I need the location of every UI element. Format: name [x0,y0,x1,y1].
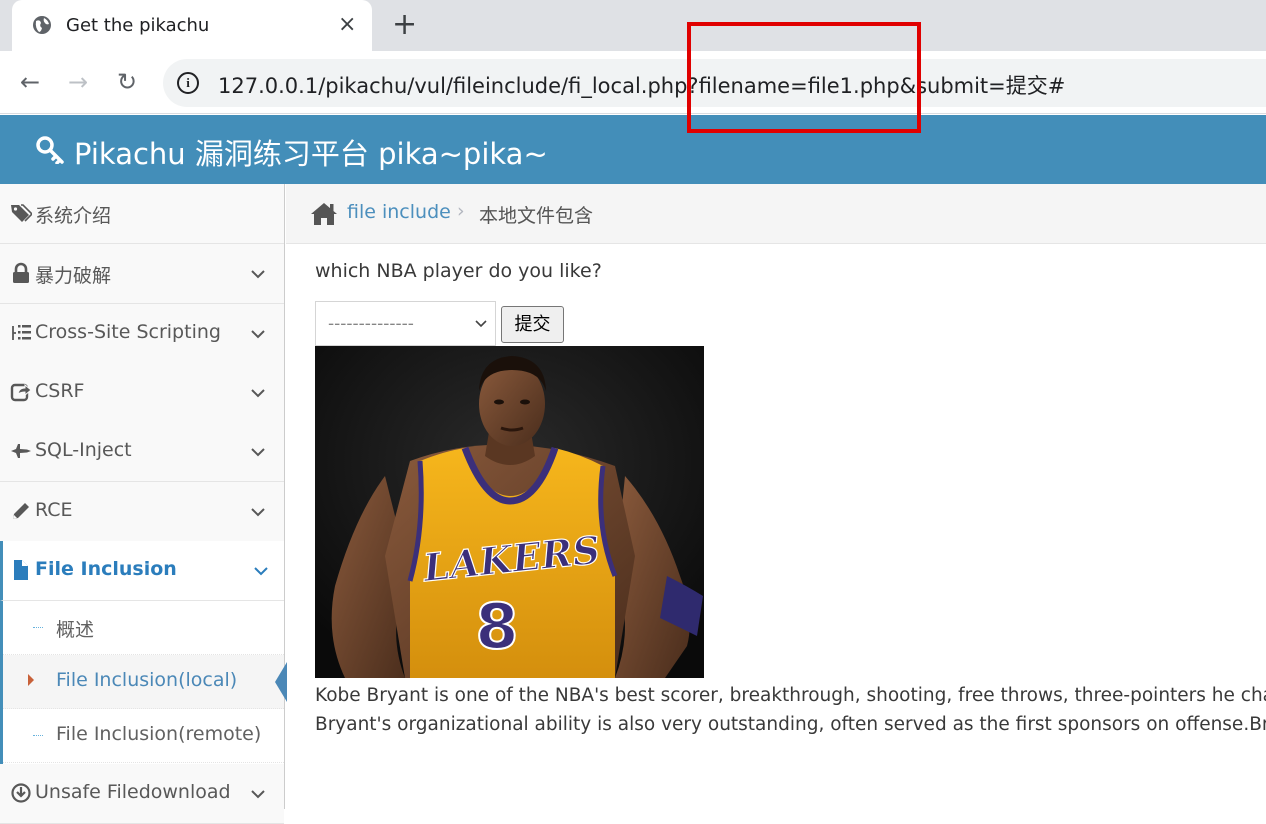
sidebar-item-rce[interactable]: RCE [0,482,284,542]
close-tab-icon[interactable]: × [338,12,356,38]
player-select[interactable]: -------------- [315,301,496,346]
brand[interactable]: Pikachu 漏洞练习平台 pika~pika~ [36,131,548,173]
player-image: LAKERS 8 [315,346,704,678]
submenu-item-label: 概述 [56,619,95,641]
sidebar-item-label: Unsafe Filedownload [35,781,231,803]
sidebar-item-unsafe-filedownload[interactable]: Unsafe Filedownload [0,764,284,824]
svg-text:8: 8 [475,590,518,663]
key-icon [36,136,64,164]
submenu-item-overview[interactable]: 概述 [3,601,284,655]
description-line: Kobe Bryant is one of the NBA's best sco… [315,685,1266,706]
sidebar-item-label: 系统介绍 [35,205,112,227]
forward-button[interactable]: → [68,68,88,96]
submenu-item-label: File Inclusion(local) [56,669,238,691]
browser-toolbar: ← → ↻ i 127.0.0.1/pikachu/vul/fileinclud… [0,51,1266,114]
sidebar-item-label: CSRF [35,380,85,402]
tab-title: Get the pikachu [66,15,210,36]
tree-line [33,627,43,628]
tree-line [33,735,43,736]
breadcrumb-current: 本地文件包含 [479,205,594,227]
chevron-down-icon [251,508,265,517]
question-text: which NBA player do you like? [315,260,602,282]
file-icon [14,560,28,580]
sidebar-item-label: Cross-Site Scripting [35,321,221,343]
share-icon [10,383,32,402]
select-value: -------------- [328,314,414,334]
fighter-jet-icon [11,444,31,458]
description-line: Bryant's organizational ability is also … [315,714,1266,735]
brand-title: Pikachu 漏洞练习平台 pika~pika~ [74,137,548,171]
breadcrumb: file include › 本地文件包含 [286,184,1266,244]
chevron-down-icon [475,320,487,328]
chevron-down-icon [251,448,265,457]
sidebar: 系统介绍 暴力破解 Cross-Site Scripting CSRF SQL-… [0,184,287,824]
chevron-down-icon [251,270,265,279]
player-description: Kobe Bryant is one of the NBA's best sco… [315,681,1266,739]
breadcrumb-link[interactable]: file include [347,201,451,223]
file-inclusion-submenu: 概述 File Inclusion(local) File Inclusion(… [0,601,287,764]
lock-icon [13,262,29,283]
back-button[interactable]: ← [20,68,40,96]
chevron-down-icon [251,330,265,339]
site-info-icon[interactable]: i [177,72,199,94]
sidebar-item-label: 暴力破解 [35,265,112,287]
chevron-down-icon [251,389,265,398]
sidebar-item-label: RCE [35,499,73,521]
sidebar-item-file-inclusion[interactable]: File Inclusion [0,541,284,601]
globe-icon [33,16,51,34]
page-header: Pikachu 漏洞练习平台 pika~pika~ [0,115,1266,184]
sidebar-item-brute-force[interactable]: 暴力破解 [0,244,284,304]
submit-button[interactable]: 提交 [501,306,564,343]
tab-strip: Get the pikachu × + [0,0,1266,51]
sidebar-item-label: File Inclusion [35,558,177,580]
submenu-item-file-inclusion-remote[interactable]: File Inclusion(remote) [3,709,284,763]
submenu-item-label: File Inclusion(remote) [56,723,262,745]
home-icon[interactable] [310,201,338,227]
player-photo: LAKERS 8 [315,346,704,678]
chevron-down-icon [254,567,268,576]
sidebar-item-sql-inject[interactable]: SQL-Inject [0,422,284,482]
caret-right-icon [28,674,34,686]
sidebar-item-csrf[interactable]: CSRF [0,363,284,423]
breadcrumb-separator: › [457,200,465,222]
sidebar-item-xss[interactable]: Cross-Site Scripting [0,304,284,364]
tags-icon [11,204,32,222]
download-icon [11,783,31,803]
highlight-box [687,22,921,133]
chevron-down-icon [251,790,265,799]
sidebar-item-label: SQL-Inject [35,439,132,461]
list-icon [12,325,31,340]
url-text[interactable]: 127.0.0.1/pikachu/vul/fileinclude/fi_loc… [218,70,1065,100]
reload-button[interactable]: ↻ [117,68,137,96]
new-tab-button[interactable]: + [392,9,417,41]
submenu-item-file-inclusion-local[interactable]: File Inclusion(local) [3,655,287,709]
active-pointer [275,662,287,702]
pencil-icon [13,503,29,519]
sidebar-item-intro[interactable]: 系统介绍 [0,184,284,244]
browser-tab[interactable]: Get the pikachu × [12,0,372,51]
